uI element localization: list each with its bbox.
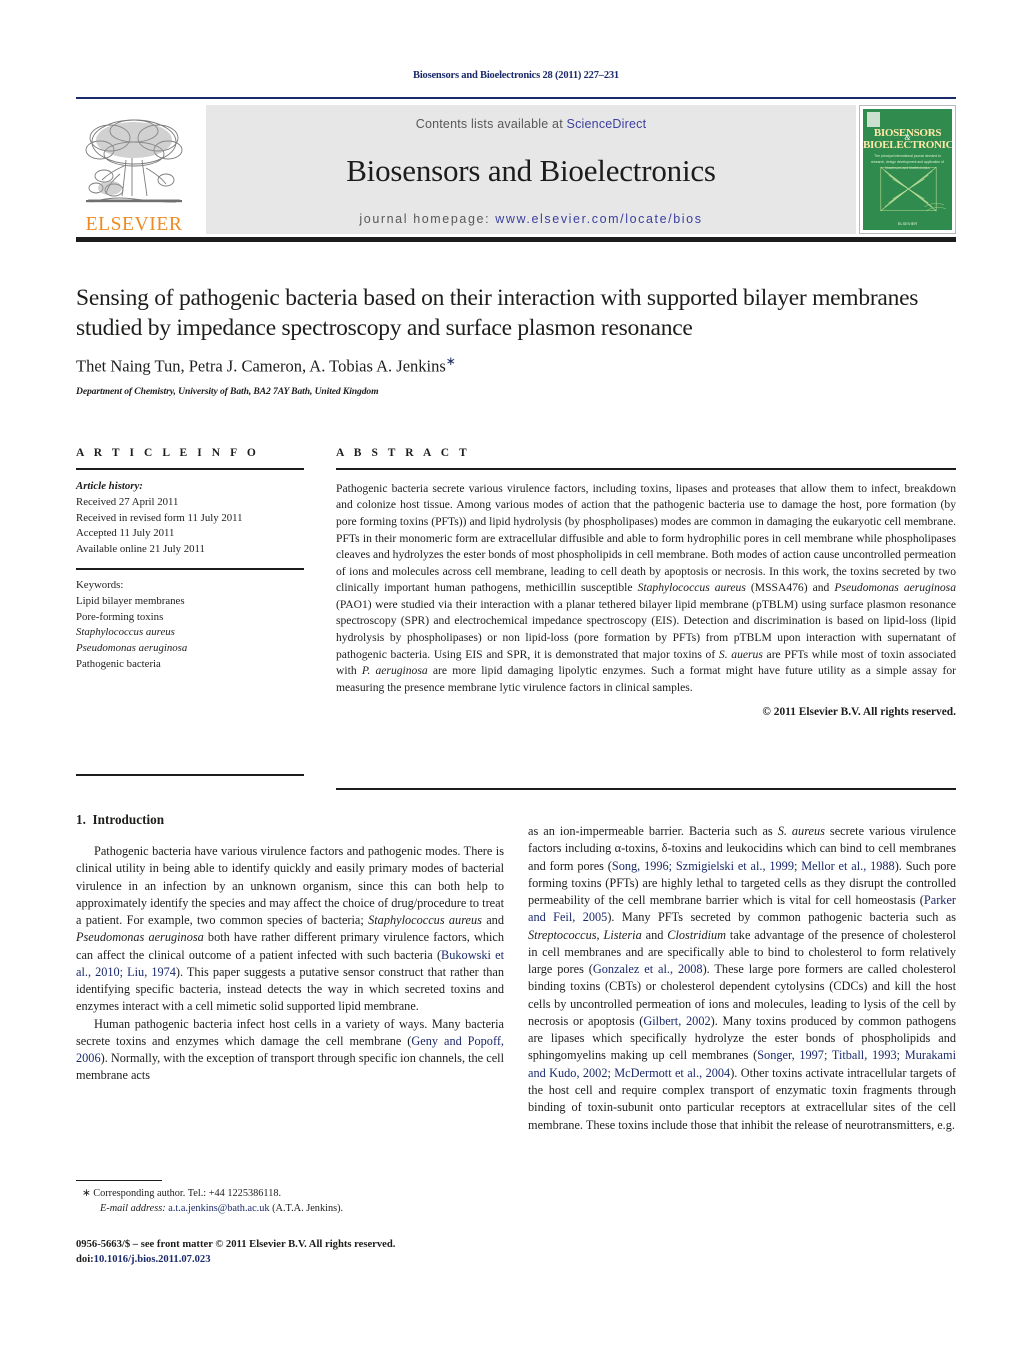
history-item-3: Available online 21 July 2011 — [76, 543, 205, 556]
elsevier-tree-icon — [85, 119, 183, 202]
issn-copyright-block: 0956-5663/$ – see front matter © 2011 El… — [76, 1237, 506, 1268]
article-history-block: Article history: Received 27 April 2011 … — [76, 479, 304, 558]
corresponding-author-footnote: ∗ Corresponding author. Tel.: +44 122538… — [76, 1186, 506, 1217]
history-item-2: Accepted 11 July 2011 — [76, 527, 175, 540]
body-column-left: Pathogenic bacteria have various virulen… — [76, 843, 504, 1085]
contents-prefix: Contents lists available at — [415, 117, 567, 131]
journal-header-box: Contents lists available at ScienceDirec… — [206, 105, 856, 234]
sciencedirect-link[interactable]: ScienceDirect — [567, 117, 647, 131]
paragraph: Human pathogenic bacteria infect host ce… — [76, 1016, 505, 1083]
section-number: 1. — [76, 812, 86, 827]
keyword-2: Staphylococcus aureus — [76, 626, 175, 639]
article-info-heading: A R T I C L E I N F O — [76, 447, 260, 459]
homepage-url-link[interactable]: www.elsevier.com/locate/bios — [495, 212, 702, 226]
header-rule — [76, 97, 956, 99]
body-column-right: as an ion-impermeable barrier. Bacteria … — [528, 823, 956, 1134]
cover-footer-logo: ELSEVIER — [897, 221, 918, 226]
authors-names: Thet Naing Tun, Petra J. Cameron, A. Tob… — [76, 356, 446, 376]
article-title: Sensing of pathogenic bacteria based on … — [76, 285, 919, 342]
article-authors: Thet Naing Tun, Petra J. Cameron, A. Tob… — [76, 354, 960, 377]
author-affiliation: Department of Chemistry, University of B… — [76, 386, 379, 397]
elsevier-wordmark: ELSEVIER — [85, 213, 183, 235]
email-suffix: (A.T.A. Jenkins). — [272, 1203, 344, 1215]
journal-homepage-line: journal homepage: www.elsevier.com/locat… — [359, 212, 702, 226]
keywords-label: Keywords: — [76, 578, 124, 591]
journal-cover-image: BIOSENSORS & BIOELECTRONICS The principa… — [863, 109, 952, 230]
homepage-prefix: journal homepage: — [359, 212, 496, 226]
corresponding-author-marker: ∗ — [445, 354, 456, 368]
email-link[interactable]: a.t.a.jenkins@bath.ac.uk — [168, 1203, 269, 1214]
cover-title-line2: BIOELECTRONICS — [863, 139, 952, 151]
keyword-4: Pathogenic bacteria — [76, 658, 161, 671]
elsevier-logo: ELSEVIER — [76, 105, 192, 234]
doi-prefix: doi: — [76, 1254, 94, 1266]
email-label: E-mail address: — [100, 1203, 166, 1215]
issn-line: 0956-5663/$ – see front matter © 2011 El… — [76, 1239, 396, 1250]
journal-article-page: Biosensors and Bioelectronics 28 (2011) … — [0, 0, 1021, 1351]
abstract-rule — [336, 468, 956, 470]
section-title-text: Introduction — [92, 812, 165, 827]
keyword-0: Lipid bilayer membranes — [76, 594, 185, 607]
abstract-bottom-rule — [336, 788, 956, 791]
email-line: E-mail address: a.t.a.jenkins@bath.ac.uk… — [76, 1201, 506, 1216]
running-head: Biosensors and Bioelectronics 28 (2011) … — [413, 70, 619, 81]
journal-title: Biosensors and Bioelectronics — [346, 153, 716, 188]
section-heading-introduction: 1. Introduction — [76, 812, 164, 828]
article-info-column: A R T I C L E I N F O Article history: R… — [76, 447, 304, 673]
article-info-rule — [76, 468, 304, 470]
keyword-1: Pore-forming toxins — [76, 610, 164, 623]
keywords-block: Keywords: Lipid bilayer membranes Pore-f… — [76, 578, 304, 673]
journal-cover-thumbnail[interactable]: BIOSENSORS & BIOELECTRONICS The principa… — [859, 105, 956, 234]
article-history-label: Article history: — [76, 479, 143, 492]
abstract-text: Pathogenic bacteria secrete various viru… — [336, 481, 957, 694]
corresponding-author-line: ∗ Corresponding author. Tel.: +44 122538… — [76, 1186, 506, 1201]
footnote-marker: ∗ — [82, 1188, 91, 1199]
footnote-rule — [76, 1180, 162, 1182]
cover-elsevier-logo-icon — [867, 112, 880, 127]
cover-artwork-icon — [880, 166, 947, 212]
journal-masthead: ELSEVIER Contents lists available at Sci… — [76, 103, 956, 234]
contents-available-line: Contents lists available at ScienceDirec… — [416, 117, 647, 131]
masthead-bottom-rule — [76, 237, 956, 242]
info-column-bottom-rule — [76, 774, 304, 777]
paragraph: as an ion-impermeable barrier. Bacteria … — [528, 824, 957, 1132]
abstract-heading: A B S T R A C T — [336, 447, 471, 459]
history-item-1: Received in revised form 11 July 2011 — [76, 511, 243, 524]
abstract-copyright: © 2011 Elsevier B.V. All rights reserved… — [762, 706, 956, 719]
history-item-0: Received 27 April 2011 — [76, 495, 179, 508]
keywords-divider-rule — [76, 568, 304, 570]
keyword-3: Pseudomonas aeruginosa — [76, 642, 188, 655]
corresponding-author-text: Corresponding author. Tel.: +44 12253861… — [93, 1188, 282, 1199]
paragraph: Pathogenic bacteria have various virulen… — [76, 844, 505, 1014]
doi-link[interactable]: 10.1016/j.bios.2011.07.023 — [94, 1254, 211, 1265]
abstract-column: A B S T R A C T Pathogenic bacteria secr… — [336, 447, 956, 718]
